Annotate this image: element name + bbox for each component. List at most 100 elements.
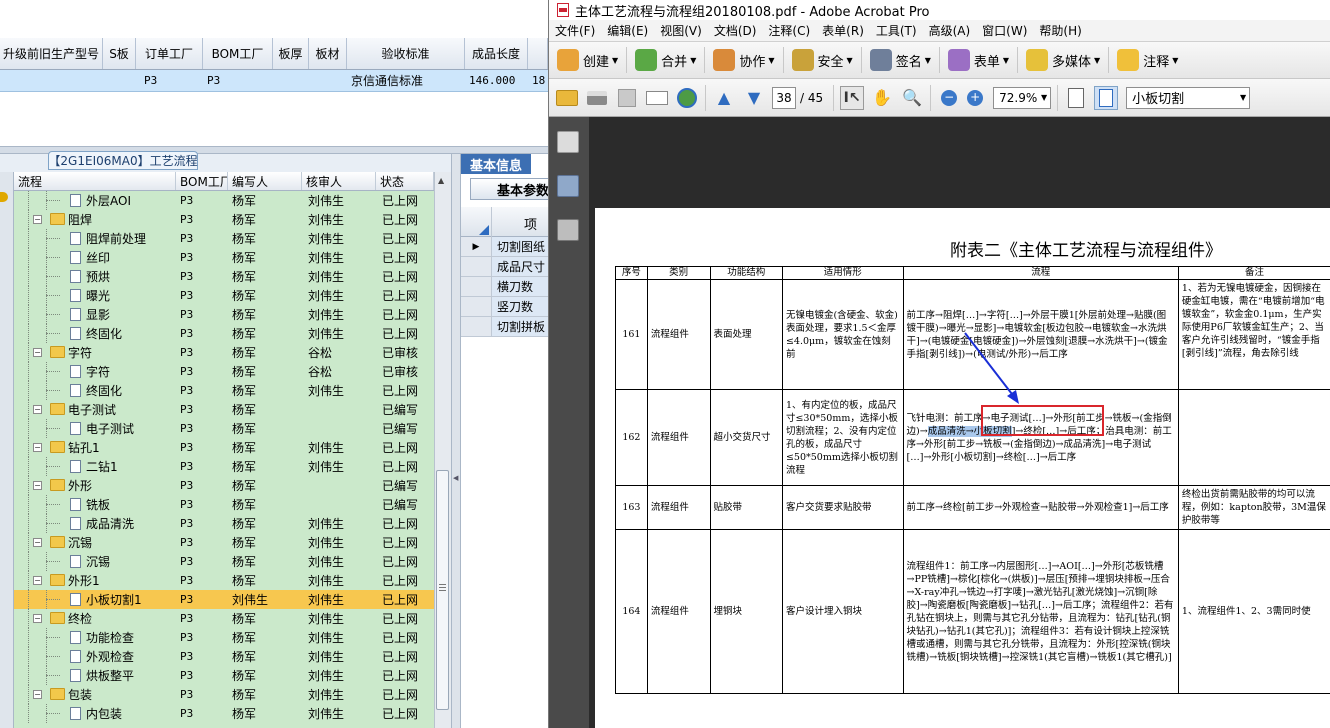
fit-page-icon[interactable] xyxy=(1094,85,1119,110)
toolbar-button[interactable]: 注释 ▼ xyxy=(1117,45,1178,75)
zoom-in-icon[interactable]: + xyxy=(963,86,987,110)
tree-row[interactable]: 烘板整平 P3 杨军 刘伟生 已上网 xyxy=(14,666,434,685)
tree-col-process[interactable]: 流程 xyxy=(14,172,176,190)
tree-row[interactable]: 沉锡 P3 杨军 刘伟生 已上网 xyxy=(14,552,434,571)
tree-row[interactable]: 丝印 P3 杨军 刘伟生 已上网 xyxy=(14,248,434,267)
toolbar-button[interactable]: 表单 ▼ xyxy=(947,45,1009,75)
menu-item[interactable]: 文档(D) xyxy=(708,22,763,39)
tree-scroll-thumb[interactable] xyxy=(436,470,449,710)
tree-row[interactable]: 功能检查 P3 杨军 刘伟生 已上网 xyxy=(14,628,434,647)
toolbar-button[interactable]: 协作 ▼ xyxy=(713,45,775,75)
page-number-input[interactable]: 38 xyxy=(772,86,796,109)
fit-width-icon[interactable] xyxy=(1064,86,1088,110)
tree-col-reviewer[interactable]: 核审人 xyxy=(302,172,376,190)
tree-row[interactable]: 内包装 P3 杨军 刘伟生 已上网 xyxy=(14,704,434,723)
tab-basic-params[interactable]: 基本参数 xyxy=(470,178,548,200)
save-icon[interactable] xyxy=(615,86,639,110)
tree-row[interactable]: 成品清洗 P3 杨军 刘伟生 已上网 xyxy=(14,514,434,533)
menu-item[interactable]: 高级(A) xyxy=(923,22,977,39)
splitter-arrow-icon[interactable]: ◀ xyxy=(453,474,458,482)
marquee-zoom-icon[interactable]: 🔍 xyxy=(900,86,924,110)
tree-col-status[interactable]: 状态 xyxy=(376,172,434,190)
dropdown-arrow-icon[interactable]: ▼ xyxy=(1094,56,1100,65)
collapse-toggle-icon[interactable]: − xyxy=(33,481,42,490)
col-material[interactable]: 板材 xyxy=(309,38,347,69)
previous-page-icon[interactable]: ▲ xyxy=(712,86,736,110)
zoom-out-icon[interactable]: − xyxy=(937,86,961,110)
chevron-down-icon[interactable]: ▼ xyxy=(1041,93,1047,102)
collapse-toggle-icon[interactable]: − xyxy=(33,690,42,699)
param-row[interactable]: 横刀数 xyxy=(461,277,548,297)
tree-col-bom[interactable]: BOM工厂 xyxy=(176,172,228,190)
tree-row[interactable]: 电子测试 P3 杨军 已编写 xyxy=(14,419,434,438)
toolbar-button[interactable]: 多媒体 ▼ xyxy=(1026,45,1100,75)
tree-row[interactable]: − 电子测试 P3 杨军 已编写 xyxy=(14,400,434,419)
open-folder-icon[interactable] xyxy=(555,86,579,110)
menu-item[interactable]: 窗口(W) xyxy=(976,22,1033,39)
menu-item[interactable]: 注释(C) xyxy=(762,22,816,39)
annotation-arrow[interactable] xyxy=(595,208,1330,728)
tree-row[interactable]: − 字符 P3 杨军 谷松 已审核 xyxy=(14,343,434,362)
menu-item[interactable]: 表单(R) xyxy=(816,22,870,39)
tree-row[interactable]: 阻焊前处理 P3 杨军 刘伟生 已上网 xyxy=(14,229,434,248)
toolbar-button[interactable]: 签名 ▼ xyxy=(869,45,931,75)
find-dropdown-icon[interactable]: ▼ xyxy=(1240,93,1246,102)
dropdown-arrow-icon[interactable]: ▼ xyxy=(1172,56,1178,65)
col-s-board[interactable]: S板 xyxy=(103,38,136,69)
param-row[interactable]: 成品尺寸 xyxy=(461,257,548,277)
tree-row[interactable]: − 沉锡 P3 杨军 刘伟生 已上网 xyxy=(14,533,434,552)
tree-col-writer[interactable]: 编写人 xyxy=(228,172,302,190)
print-icon[interactable] xyxy=(585,86,609,110)
tree-row[interactable]: 二钻1 P3 杨军 刘伟生 已上网 xyxy=(14,457,434,476)
toolbar-button[interactable]: 安全 ▼ xyxy=(791,45,853,75)
col-bom-factory[interactable]: BOM工厂 xyxy=(203,38,273,69)
signatures-panel-icon[interactable] xyxy=(557,219,579,241)
tree-row[interactable]: − 包装 P3 杨军 刘伟生 已上网 xyxy=(14,685,434,704)
dropdown-arrow-icon[interactable]: ▼ xyxy=(1003,56,1009,65)
tree-row[interactable]: 终固化 P3 杨军 刘伟生 已上网 xyxy=(14,324,434,343)
menu-item[interactable]: 编辑(E) xyxy=(601,22,654,39)
collapse-toggle-icon[interactable]: − xyxy=(33,443,42,452)
tree-row[interactable]: 字符 P3 杨军 谷松 已审核 xyxy=(14,362,434,381)
dropdown-arrow-icon[interactable]: ▼ xyxy=(612,56,618,65)
col-thickness[interactable]: 板厚 xyxy=(273,38,309,69)
web-icon[interactable] xyxy=(675,86,699,110)
menu-item[interactable]: 工具(T) xyxy=(870,22,923,39)
col-old-model[interactable]: 升级前旧生产型号 xyxy=(0,38,103,69)
dropdown-arrow-icon[interactable]: ▼ xyxy=(925,56,931,65)
tree-row[interactable]: 显影 P3 杨军 刘伟生 已上网 xyxy=(14,305,434,324)
col-acceptance[interactable]: 验收标准 xyxy=(347,38,465,69)
toolbar-button[interactable]: 合并 ▼ xyxy=(635,45,696,75)
dropdown-arrow-icon[interactable]: ▼ xyxy=(768,56,774,65)
bookmarks-panel-icon[interactable] xyxy=(557,175,579,197)
scroll-up-icon[interactable]: ▲ xyxy=(438,176,444,185)
collapse-toggle-icon[interactable]: − xyxy=(33,538,42,547)
tree-row[interactable]: 外观检查 P3 杨军 刘伟生 已上网 xyxy=(14,647,434,666)
next-page-icon[interactable]: ▼ xyxy=(742,86,766,110)
tree-row[interactable]: 曝光 P3 杨军 刘伟生 已上网 xyxy=(14,286,434,305)
vertical-splitter[interactable]: ◀ xyxy=(451,154,461,728)
tree-row[interactable]: 铣板 P3 杨军 已编写 xyxy=(14,495,434,514)
collapse-toggle-icon[interactable]: − xyxy=(33,348,42,357)
zoom-select[interactable]: 72.9% ▼ xyxy=(993,86,1052,109)
pdf-page[interactable]: 附表二《主体工艺流程与流程组件》 序号 类别 功能结构 适用情形 流程 备注 1… xyxy=(595,208,1330,728)
pages-panel-icon[interactable] xyxy=(557,131,579,153)
menu-item[interactable]: 文件(F) xyxy=(549,22,601,39)
param-row[interactable]: 切割拼板 xyxy=(461,317,548,337)
col-order-factory[interactable]: 订单工厂 xyxy=(136,38,203,69)
hand-tool-icon[interactable]: ✋ xyxy=(870,86,894,110)
find-input[interactable]: 小板切割 ▼ xyxy=(1126,86,1251,109)
tree-row[interactable]: − 外形1 P3 杨军 刘伟生 已上网 xyxy=(14,571,434,590)
param-row[interactable]: ▶ 切割图纸 xyxy=(461,237,548,257)
dropdown-arrow-icon[interactable]: ▼ xyxy=(690,56,696,65)
tab-basic-info[interactable]: 基本信息 xyxy=(461,154,531,174)
tree-row[interactable]: 预烘 P3 杨军 刘伟生 已上网 xyxy=(14,267,434,286)
col-length[interactable]: 成品长度 xyxy=(465,38,528,69)
collapse-toggle-icon[interactable]: − xyxy=(33,576,42,585)
menu-item[interactable]: 视图(V) xyxy=(654,22,708,39)
tree-row[interactable]: 小板切割1 P3 刘伟生 刘伟生 已上网 xyxy=(14,590,434,609)
dropdown-arrow-icon[interactable]: ▼ xyxy=(847,56,853,65)
tree-row[interactable]: − 终检 P3 杨军 刘伟生 已上网 xyxy=(14,609,434,628)
select-text-icon[interactable]: I↖ xyxy=(840,85,865,110)
collapse-handle-icon[interactable] xyxy=(0,192,8,202)
